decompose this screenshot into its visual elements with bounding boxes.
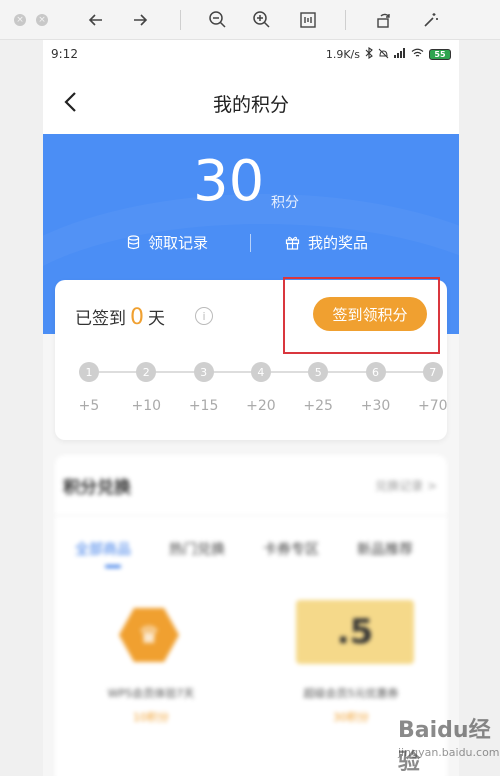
rotate-icon[interactable] [372, 8, 396, 32]
points-value: 30 [193, 149, 265, 214]
checkin-button[interactable]: 签到领积分 [313, 297, 427, 331]
baidu-watermark-url: jingyan.baidu.com [398, 746, 500, 759]
coupon-image: .5 [296, 600, 414, 664]
viewer-toolbar: × × [0, 0, 500, 40]
claim-history-label: 领取记录 [148, 234, 209, 252]
checkin-suffix: 天 [148, 309, 165, 329]
day-reward: +5 [78, 398, 100, 414]
battery-icon: 55 [429, 49, 451, 60]
points-unit: 积分 [271, 195, 299, 211]
forward-arrow-icon[interactable] [128, 8, 152, 32]
claim-history-link[interactable]: 领取记录 [127, 232, 208, 253]
my-prizes-label: 我的奖品 [308, 234, 369, 252]
tab-all-products[interactable]: 全部商品 [75, 539, 131, 559]
status-indicators: 1.9K/s 55 [325, 46, 451, 62]
day-marker: 4 [250, 362, 271, 382]
day-marker: 3 [193, 362, 214, 382]
mall-title: 积分兑换 [63, 478, 131, 498]
minimize-window-icon[interactable]: × [36, 14, 48, 26]
hero-divider [250, 234, 251, 252]
day-reward: +10 [131, 398, 162, 414]
page-title: 我的积分 [212, 94, 289, 116]
wifi-icon [411, 48, 424, 61]
day-reward: +25 [303, 398, 333, 414]
points-mall-section: 积分兑换 兑换记录 > 全部商品 热门兑换 卡券专区 新品推荐 ♛ WPS会员体… [55, 455, 447, 776]
tab-popular[interactable]: 热门兑换 [169, 539, 225, 559]
back-arrow-icon[interactable] [84, 8, 108, 32]
zoom-out-icon[interactable] [206, 8, 230, 32]
status-time: 9:12 [51, 47, 78, 61]
close-window-icon[interactable]: × [14, 14, 26, 26]
toolbar-divider [180, 10, 181, 30]
signal-icon [394, 48, 406, 61]
tab-coupons[interactable]: 卡券专区 [263, 539, 319, 559]
checkin-count: 0 [130, 305, 144, 330]
day-marker: 5 [308, 362, 329, 382]
phone-screen: 9:12 1.9K/s 55 我的积分 30 积分 领取记录 我的奖品 已签到 … [43, 40, 459, 776]
status-bar: 9:12 1.9K/s 55 [43, 40, 459, 70]
gift-icon [285, 236, 300, 250]
zoom-in-icon[interactable] [250, 8, 274, 32]
day-marker: 1 [79, 362, 99, 382]
mall-more-link[interactable]: 兑换记录 > [375, 477, 437, 494]
checkin-status: 已签到 0 天 [75, 304, 165, 330]
product-price: 10积分 [133, 711, 169, 724]
day-reward: +20 [246, 398, 276, 414]
mall-divider [55, 515, 447, 516]
checkin-prefix: 已签到 [75, 309, 126, 329]
product-name: WPS会员体验7天 [107, 687, 195, 700]
my-prizes-link[interactable]: 我的奖品 [285, 232, 368, 253]
network-speed: 1.9K/s [325, 48, 360, 61]
database-icon [127, 235, 140, 250]
day-marker: 2 [136, 362, 157, 382]
tab-new[interactable]: 新品推荐 [357, 539, 413, 559]
day-reward: +15 [188, 398, 219, 414]
active-tab-indicator [105, 565, 121, 568]
bluetooth-icon [365, 46, 373, 62]
checkin-card: 已签到 0 天 i 签到领积分 1 +5 2 +10 3 +15 4 +20 5 +25 6 +30 7… [55, 280, 448, 440]
coupon-value: .5 [336, 612, 374, 652]
day-marker: 7 [422, 362, 443, 382]
baidu-watermark: Baidu经验 [398, 718, 491, 775]
day-marker: 6 [365, 362, 386, 382]
info-icon[interactable]: i [195, 307, 213, 325]
day-reward: +70 [418, 398, 448, 414]
product-card[interactable]: ♛ WPS会员体验7天 10积分 [61, 585, 241, 735]
crown-icon: ♛ [119, 608, 179, 662]
day-reward: +30 [360, 398, 391, 414]
actual-size-icon[interactable] [296, 8, 320, 32]
navbar: 我的积分 [43, 70, 459, 134]
magic-wand-icon[interactable] [418, 8, 442, 32]
toolbar-divider [345, 10, 346, 30]
mute-icon [378, 48, 389, 62]
product-name: 超级会员5元优惠券 [303, 687, 399, 700]
